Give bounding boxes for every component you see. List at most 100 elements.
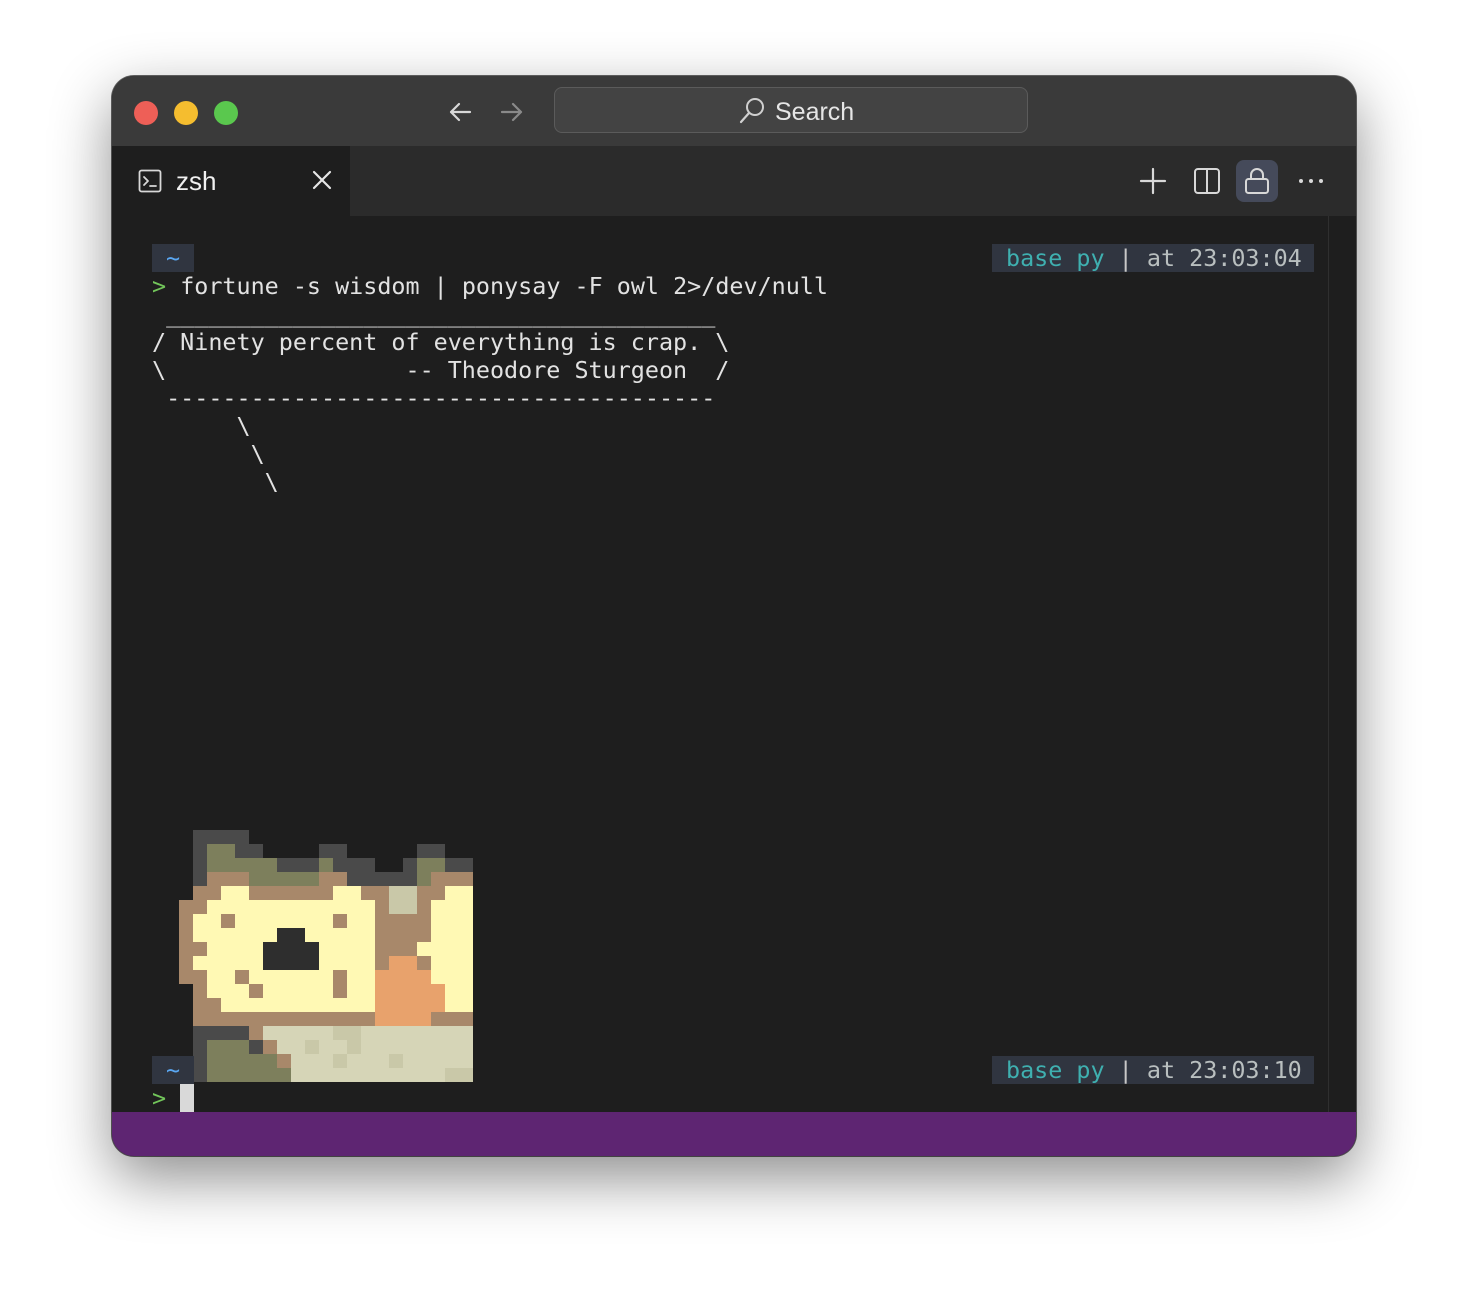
lock-icon[interactable] [1236, 160, 1278, 202]
owl-pixel [235, 1012, 249, 1026]
owl-pixel [235, 830, 249, 844]
owl-pixel [291, 1068, 305, 1082]
owl-pixel [291, 886, 305, 900]
status-separator: | [1118, 244, 1133, 272]
owl-pixel [305, 970, 319, 984]
owl-pixel [305, 872, 319, 886]
split-pane-icon[interactable] [1186, 160, 1228, 202]
owl-pixel [389, 1040, 403, 1054]
owl-pixel [207, 998, 221, 1012]
owl-pixel [417, 942, 431, 956]
owl-pixel [459, 1068, 473, 1082]
ellipsis-icon[interactable] [1290, 160, 1332, 202]
owl-pixel [291, 900, 305, 914]
owl-pixel [249, 1012, 263, 1026]
owl-pixel [445, 956, 459, 970]
owl-pixel [319, 914, 333, 928]
owl-pixel [305, 1026, 319, 1040]
close-window-button[interactable] [134, 101, 158, 125]
owl-pixel [291, 1040, 305, 1054]
owl-pixel [333, 1054, 347, 1068]
owl-pixel [431, 858, 445, 872]
owl-pixel [291, 872, 305, 886]
owl-pixel [319, 844, 333, 858]
prompt-line[interactable]: > [152, 1084, 166, 1112]
output-line: _______________________________________ [152, 300, 716, 328]
tab-zsh[interactable]: zsh [112, 146, 350, 216]
owl-pixel [277, 970, 291, 984]
owl-pixel [333, 1068, 347, 1082]
owl-pixel [263, 872, 277, 886]
owl-pixel [207, 984, 221, 998]
owl-pixel [417, 872, 431, 886]
owl-pixel [319, 900, 333, 914]
owl-pixel [347, 928, 361, 942]
owl-pixel [263, 984, 277, 998]
owl-pixel [347, 998, 361, 1012]
owl-pixel [333, 914, 347, 928]
owl-pixel [207, 886, 221, 900]
search-field[interactable]: Search [554, 87, 1028, 133]
right-status: base py | at 23:03:10 [992, 1056, 1314, 1084]
title-bar: Search [112, 76, 1356, 146]
owl-pixel [193, 970, 207, 984]
owl-pixel [389, 1068, 403, 1082]
scrollbar[interactable] [1328, 216, 1329, 1112]
owl-pixel [207, 942, 221, 956]
output-line: \ [152, 468, 279, 496]
zoom-window-button[interactable] [214, 101, 238, 125]
owl-pixel [459, 1040, 473, 1054]
arrow-right-icon[interactable] [496, 96, 528, 128]
status-time: at 23:03:10 [1146, 1056, 1302, 1084]
owl-pixel [305, 984, 319, 998]
arrow-left-icon[interactable] [444, 96, 476, 128]
owl-pixel [193, 956, 207, 970]
owl-pixel [445, 1026, 459, 1040]
plus-icon[interactable] [1132, 160, 1174, 202]
owl-pixel [263, 1040, 277, 1054]
owl-pixel [277, 1012, 291, 1026]
owl-pixel [389, 928, 403, 942]
owl-pixel [431, 844, 445, 858]
owl-pixel [319, 1054, 333, 1068]
owl-pixel [179, 942, 193, 956]
owl-pixel [235, 942, 249, 956]
owl-pixel [221, 844, 235, 858]
output-line: / Ninety percent of everything is crap. … [152, 328, 730, 356]
owl-pixel [263, 1054, 277, 1068]
owl-pixel [459, 942, 473, 956]
close-icon[interactable] [310, 168, 334, 192]
terminal-output[interactable]: ~ base py | at 23:03:04 > fortune -s wis… [112, 216, 1356, 1112]
owl-pixel [305, 900, 319, 914]
owl-pixel [221, 998, 235, 1012]
minimize-window-button[interactable] [174, 101, 198, 125]
owl-pixel [319, 970, 333, 984]
owl-pixel [347, 858, 361, 872]
owl-pixel [403, 1054, 417, 1068]
owl-pixel [235, 970, 249, 984]
owl-pixel [333, 942, 347, 956]
owl-pixel [319, 872, 333, 886]
owl-pixel [431, 970, 445, 984]
prompt-symbol: > [152, 272, 167, 300]
owl-pixel [263, 1012, 277, 1026]
owl-pixel [333, 900, 347, 914]
owl-pixel [403, 1068, 417, 1082]
owl-pixel [417, 1054, 431, 1068]
owl-pixel [347, 900, 361, 914]
owl-pixel [431, 928, 445, 942]
owl-pixel [347, 1012, 361, 1026]
owl-pixel [193, 942, 207, 956]
owl-pixel [305, 942, 319, 956]
owl-pixel [403, 900, 417, 914]
owl-pixel [431, 956, 445, 970]
owl-pixel [333, 1026, 347, 1040]
owl-pixel [459, 886, 473, 900]
owl-pixel [291, 984, 305, 998]
owl-pixel [431, 942, 445, 956]
status-separator: | [1118, 1056, 1133, 1084]
owl-pixel [221, 984, 235, 998]
owl-pixel [403, 872, 417, 886]
owl-pixel [459, 970, 473, 984]
owl-pixel [375, 928, 389, 942]
